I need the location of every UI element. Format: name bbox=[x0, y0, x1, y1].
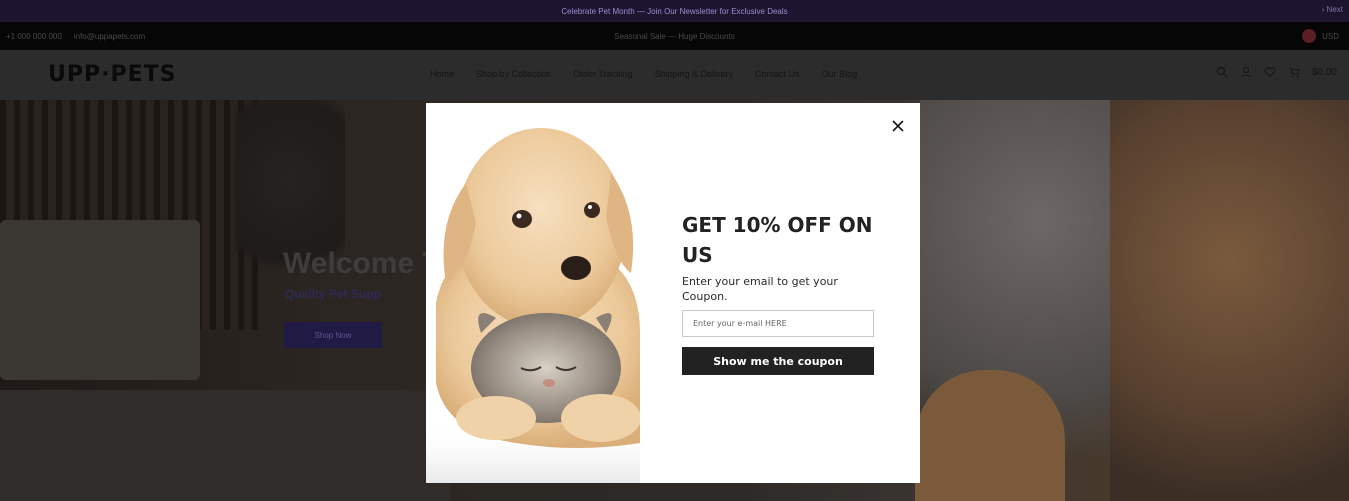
popup-heading: GET 10% OFF ON US bbox=[682, 213, 873, 267]
promo-text: Seasonal Sale — Huge Discounts bbox=[614, 31, 735, 41]
newsletter-popup: GET 10% OFF ON US Enter your email to ge… bbox=[426, 103, 920, 483]
flag-icon bbox=[1302, 29, 1317, 43]
site-logo[interactable]: UPP·PETS bbox=[48, 62, 176, 87]
hero-floor bbox=[0, 390, 450, 501]
hero-bunny-image bbox=[915, 370, 1065, 501]
announcement-text: Celebrate Pet Month — Join Our Newslette… bbox=[561, 6, 788, 16]
puppy-kitten-image bbox=[426, 103, 640, 483]
show-coupon-button[interactable]: Show me the coupon bbox=[682, 347, 874, 375]
currency-label: USD bbox=[1322, 31, 1339, 41]
nav-item-blog[interactable]: Our Blog bbox=[822, 69, 858, 79]
cart-icon[interactable] bbox=[1288, 66, 1300, 78]
close-icon[interactable] bbox=[890, 118, 906, 134]
hero-title: Welcome T bbox=[283, 247, 441, 280]
main-nav: Home Shop by Collection Order Tracking S… bbox=[430, 69, 857, 79]
puppy-kitten-illustration bbox=[426, 128, 640, 483]
nav-item-contact[interactable]: Contact Us bbox=[755, 69, 800, 79]
nav-item-home[interactable]: Home bbox=[430, 69, 454, 79]
announcement-next-link[interactable]: › Next bbox=[1322, 5, 1343, 14]
nav-item-order-tracking[interactable]: Order Tracking bbox=[573, 69, 633, 79]
nav-item-shipping[interactable]: Shipping & Delivery bbox=[655, 69, 734, 79]
announcement-bar: Celebrate Pet Month — Join Our Newslette… bbox=[0, 0, 1349, 22]
hero-sofa bbox=[0, 220, 200, 380]
user-icon[interactable] bbox=[1240, 66, 1252, 78]
site-header: UPP·PETS Home Shop by Collection Order T… bbox=[0, 50, 1349, 100]
nav-item-shop[interactable]: Shop by Collection bbox=[476, 69, 551, 79]
popup-description: Enter your email to get your Coupon. bbox=[682, 275, 838, 303]
hero-cat-image bbox=[1110, 100, 1349, 501]
wishlist-icon[interactable] bbox=[1264, 66, 1276, 78]
cart-total[interactable]: $0.00 bbox=[1312, 67, 1337, 78]
currency-selector[interactable]: USD bbox=[1302, 29, 1339, 43]
search-icon[interactable] bbox=[1216, 66, 1228, 78]
top-info-bar: +1 000 000 000 info@uppapets.com Seasona… bbox=[0, 22, 1349, 50]
email-input[interactable] bbox=[682, 310, 874, 337]
hero-shop-button[interactable]: Shop Now bbox=[284, 322, 382, 348]
hero-subtitle: Quality Pet Supp bbox=[285, 287, 382, 301]
header-icons: $0.00 bbox=[1216, 66, 1337, 78]
